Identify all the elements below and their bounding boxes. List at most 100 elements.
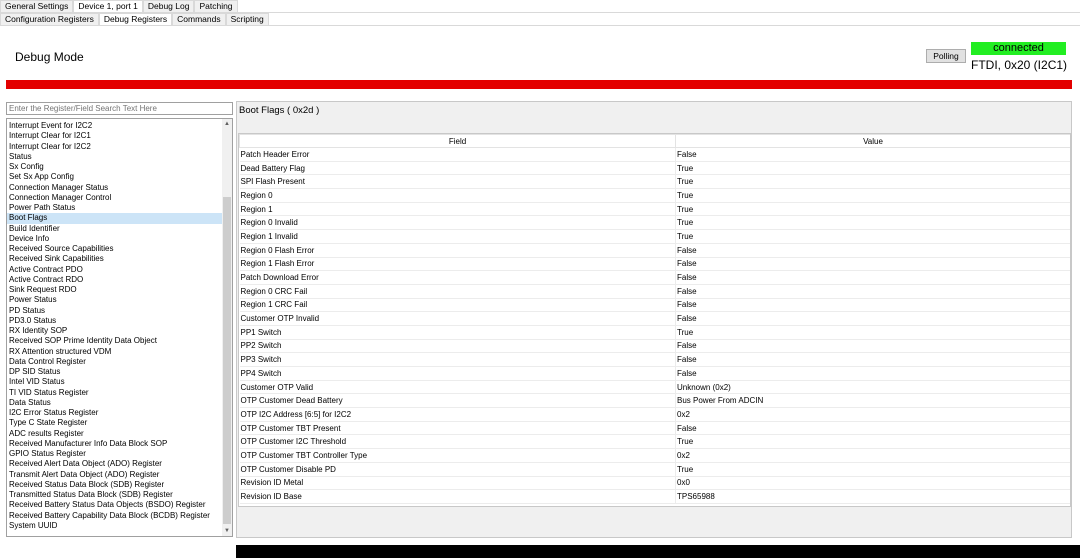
field-name-cell: Customer OTP Valid bbox=[239, 380, 676, 395]
table-row[interactable]: OTP Customer Disable PD True bbox=[239, 462, 1070, 477]
register-list-item[interactable]: TI VID Status Register bbox=[7, 388, 222, 398]
table-row[interactable]: Customer OTP Invalid False bbox=[239, 311, 1070, 326]
register-list-item[interactable]: Received Manufacturer Info Data Block SO… bbox=[7, 439, 222, 449]
column-header-value[interactable]: Value bbox=[675, 134, 1070, 148]
register-list-item[interactable]: Transmitted Status Data Block (SDB) Regi… bbox=[7, 490, 222, 500]
table-row[interactable]: Patch Download Error False bbox=[239, 270, 1070, 285]
register-list-item[interactable]: Sx Config bbox=[7, 162, 222, 172]
register-list-item[interactable]: ADC results Register bbox=[7, 429, 222, 439]
table-row[interactable]: Region 0 Invalid True bbox=[239, 215, 1070, 231]
polling-button[interactable]: Polling bbox=[926, 49, 966, 63]
table-header-row: Field Value bbox=[239, 134, 1070, 148]
table-row[interactable]: Revision ID Base TPS65988 bbox=[239, 489, 1070, 504]
table-row[interactable]: PP1 Switch True bbox=[239, 325, 1070, 340]
register-list-item[interactable]: Type C State Register bbox=[7, 418, 222, 428]
bottom-bar bbox=[236, 545, 1080, 558]
column-header-field[interactable]: Field bbox=[239, 134, 676, 148]
table-row[interactable]: OTP I2C Address [6:5] for I2C2 0x2 bbox=[239, 407, 1070, 422]
field-value-cell: False bbox=[675, 298, 1070, 313]
table-row[interactable]: Region 1 Flash Error False bbox=[239, 257, 1070, 272]
field-name-cell: OTP Customer TBT Present bbox=[239, 421, 676, 436]
register-list-item[interactable]: Set Sx App Config bbox=[7, 172, 222, 182]
register-list-item[interactable]: GPIO Status Register bbox=[7, 449, 222, 459]
register-list-item[interactable]: Power Status bbox=[7, 295, 222, 305]
register-list-item[interactable]: Received Source Capabilities bbox=[7, 244, 222, 254]
field-value-cell: False bbox=[675, 421, 1070, 436]
table-row[interactable]: Revision ID Metal 0x0 bbox=[239, 476, 1070, 491]
field-table: Field Value Patch Header Error False Dead … bbox=[239, 134, 1070, 504]
table-row[interactable]: OTP Customer I2C Threshold True bbox=[239, 434, 1070, 450]
register-list-item[interactable]: Intel VID Status bbox=[7, 377, 222, 387]
field-name-cell: OTP I2C Address [6:5] for I2C2 bbox=[239, 407, 676, 422]
table-row[interactable]: SPI Flash Present True bbox=[239, 174, 1070, 190]
scroll-down-icon[interactable]: ▼ bbox=[222, 526, 232, 536]
register-list-item[interactable]: Interrupt Event for I2C2 bbox=[7, 121, 222, 131]
field-name-cell: Revision ID Metal bbox=[239, 476, 676, 491]
register-list-item[interactable]: System UUID bbox=[7, 521, 222, 531]
register-list-item[interactable]: Connection Manager Control bbox=[7, 193, 222, 203]
field-value-cell: True bbox=[675, 202, 1070, 217]
register-list-item[interactable]: Boot Flags bbox=[7, 213, 222, 224]
field-value-cell: False bbox=[675, 257, 1070, 272]
table-body: Patch Header Error False Dead Battery Flag… bbox=[239, 147, 1070, 504]
register-list-item[interactable]: Sink Request RDO bbox=[7, 285, 222, 295]
table-row[interactable]: PP4 Switch False bbox=[239, 366, 1070, 381]
register-list-item[interactable]: PD Status bbox=[7, 306, 222, 316]
register-list-item[interactable]: RX Attention structured VDM bbox=[7, 347, 222, 357]
register-list-item[interactable]: Connection Manager Status bbox=[7, 183, 222, 193]
field-name-cell: Region 0 bbox=[239, 188, 676, 203]
table-row[interactable]: Region 1 CRC Fail False bbox=[239, 298, 1070, 313]
table-row[interactable]: OTP Customer TBT Present False bbox=[239, 421, 1070, 436]
register-list-item[interactable]: Received Sink Capabilities bbox=[7, 254, 222, 264]
page-title: Debug Mode bbox=[15, 50, 84, 64]
field-value-cell: True bbox=[675, 434, 1070, 450]
table-row[interactable]: OTP Customer Dead Battery Bus Power From … bbox=[239, 393, 1070, 409]
register-search-input[interactable] bbox=[6, 102, 233, 115]
field-value-cell: False bbox=[675, 366, 1070, 381]
register-list-item[interactable]: Build Identifier bbox=[7, 224, 222, 234]
connection-info: FTDI, 0x20 (I2C1) bbox=[971, 58, 1068, 72]
table-row[interactable]: Patch Header Error False bbox=[239, 147, 1070, 162]
table-row[interactable]: Region 0 CRC Fail False bbox=[239, 284, 1070, 299]
register-list-item[interactable]: I2C Error Status Register bbox=[7, 408, 222, 418]
register-list-item[interactable]: RX Identity SOP bbox=[7, 326, 222, 336]
field-name-cell: OTP Customer TBT Controller Type bbox=[239, 448, 676, 463]
table-row[interactable]: Region 1 True bbox=[239, 202, 1070, 217]
field-value-cell: False bbox=[675, 284, 1070, 299]
table-row[interactable]: PP3 Switch False bbox=[239, 352, 1070, 367]
table-row[interactable]: Region 0 True bbox=[239, 188, 1070, 203]
field-name-cell: PP4 Switch bbox=[239, 366, 676, 381]
table-row[interactable]: PP2 Switch False bbox=[239, 339, 1070, 354]
table-row[interactable]: OTP Customer TBT Controller Type 0x2 bbox=[239, 448, 1070, 463]
register-list-item[interactable]: DP SID Status bbox=[7, 367, 222, 377]
table-row[interactable]: Customer OTP Valid Unknown (0x2) bbox=[239, 380, 1070, 395]
scroll-thumb[interactable] bbox=[223, 197, 231, 524]
register-list-item[interactable]: Data Control Register bbox=[7, 357, 222, 367]
scroll-up-icon[interactable]: ▲ bbox=[222, 119, 232, 129]
register-list-item[interactable]: Data Status bbox=[7, 398, 222, 408]
table-row[interactable]: Region 0 Flash Error False bbox=[239, 243, 1070, 258]
register-list-item[interactable]: Active Contract PDO bbox=[7, 265, 222, 275]
register-list-item[interactable]: Active Contract RDO bbox=[7, 275, 222, 285]
register-list-scrollbar[interactable]: ▲ ▼ bbox=[222, 119, 232, 536]
field-value-cell: Bus Power From ADCIN bbox=[675, 393, 1070, 409]
register-list-item[interactable]: Received Status Data Block (SDB) Registe… bbox=[7, 480, 222, 490]
register-list-item[interactable]: Received Battery Status Data Objects (BS… bbox=[7, 500, 222, 510]
register-list-item[interactable]: Status bbox=[7, 152, 222, 162]
register-list-item[interactable]: Received SOP Prime Identity Data Object bbox=[7, 336, 222, 346]
register-list-item[interactable]: Received Alert Data Object (ADO) Registe… bbox=[7, 459, 222, 469]
register-list-item[interactable]: Device Info bbox=[7, 234, 222, 244]
field-value-cell: True bbox=[675, 174, 1070, 190]
register-list-item[interactable]: PD3.0 Status bbox=[7, 316, 222, 326]
field-name-cell: PP2 Switch bbox=[239, 339, 676, 354]
table-row[interactable]: Region 1 Invalid True bbox=[239, 229, 1070, 244]
register-list-item[interactable]: Interrupt Clear for I2C1 bbox=[7, 131, 222, 141]
register-list-item[interactable]: Received Battery Capability Data Block (… bbox=[7, 511, 222, 521]
table-row[interactable]: Dead Battery Flag True bbox=[239, 161, 1070, 176]
register-list: Interrupt Event for I2C2 Interrupt Clear … bbox=[6, 118, 233, 537]
field-value-cell: True bbox=[675, 188, 1070, 203]
register-list-item[interactable]: Transmit Alert Data Object (ADO) Registe… bbox=[7, 470, 222, 480]
field-name-cell: Patch Download Error bbox=[239, 270, 676, 285]
register-list-item[interactable]: Interrupt Clear for I2C2 bbox=[7, 142, 222, 152]
register-list-item[interactable]: Power Path Status bbox=[7, 203, 222, 213]
